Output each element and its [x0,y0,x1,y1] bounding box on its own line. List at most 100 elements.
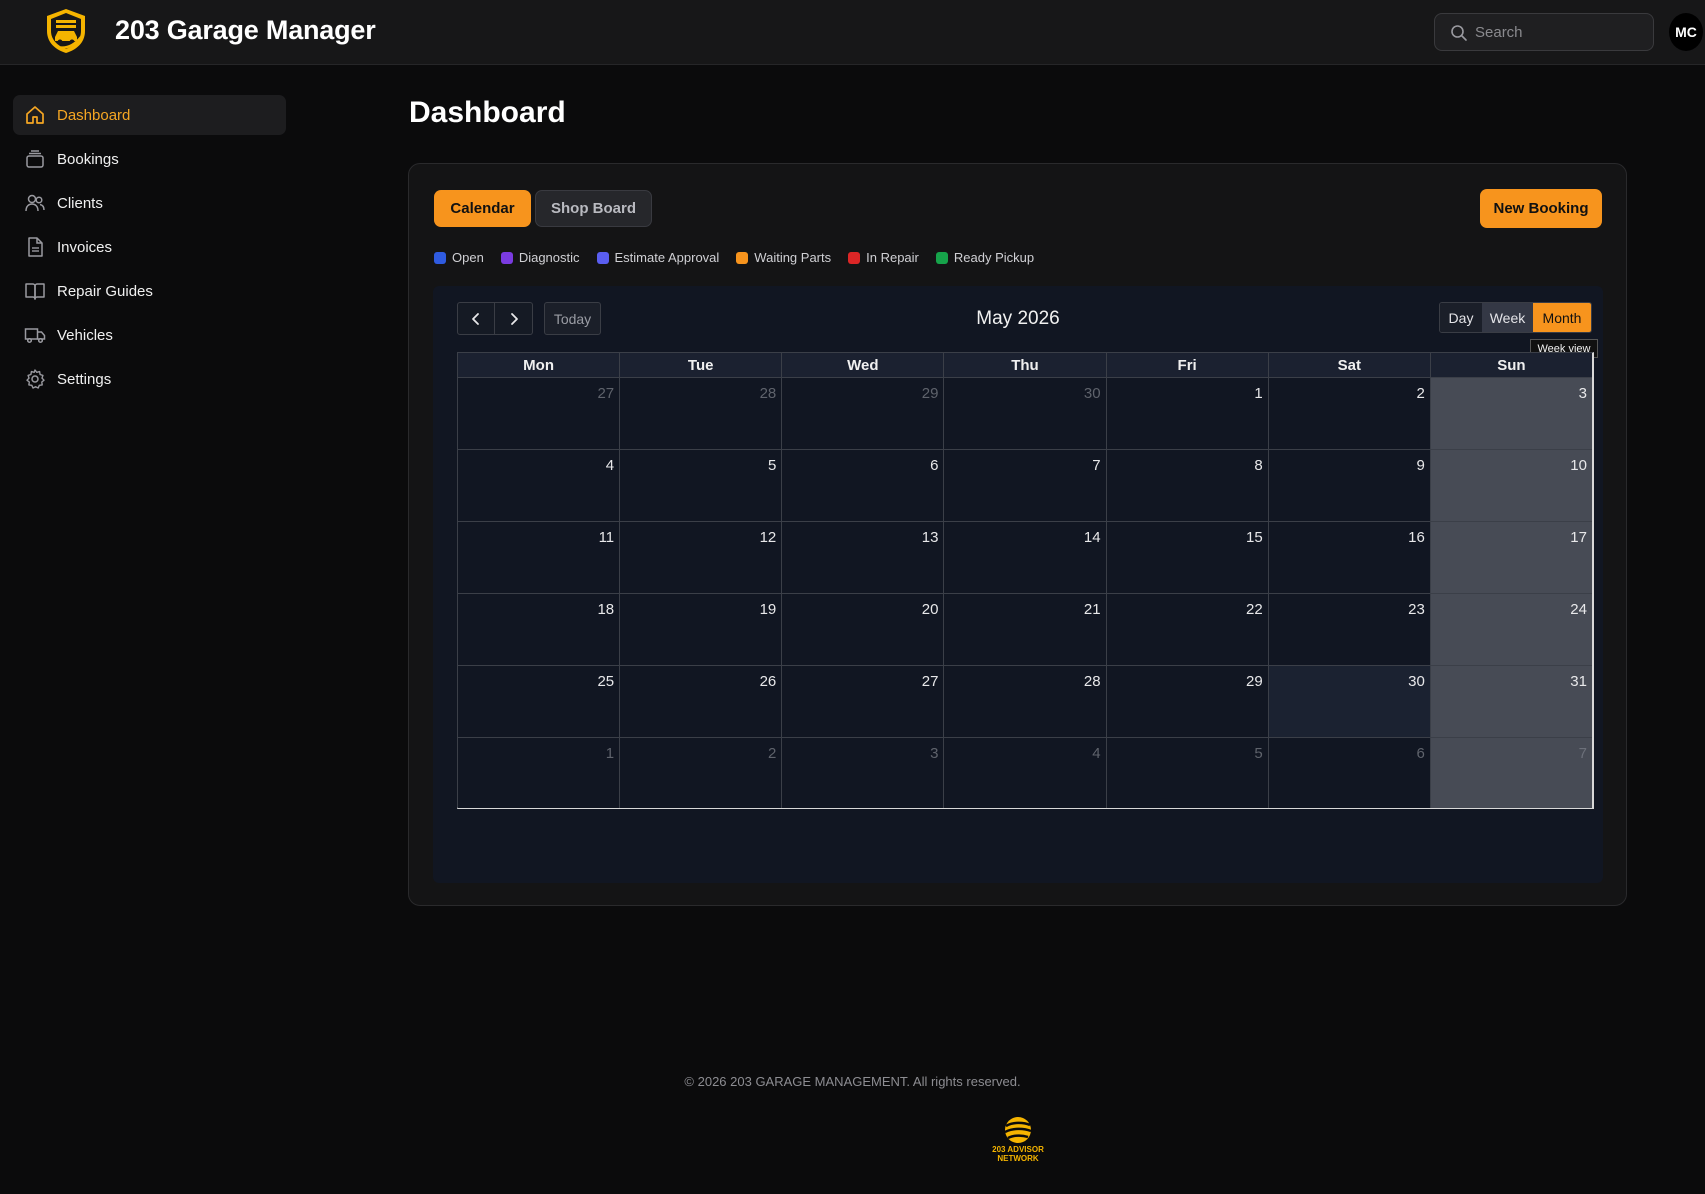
day-number: 4 [605,457,615,474]
day-cell[interactable]: 28 [620,378,783,449]
day-cell[interactable]: 25 [458,666,621,737]
weekday-header: Sun [1497,357,1526,374]
tab-shop-board[interactable]: Shop Board [535,190,652,227]
search-box[interactable] [1434,13,1654,51]
day-cell[interactable]: 10 [1430,450,1592,521]
day-number: 7 [1092,457,1101,474]
layers-icon [23,147,47,171]
day-number: 24 [1570,601,1587,618]
day-cell[interactable]: 22 [1106,594,1269,665]
day-number: 26 [759,673,777,690]
sidebar-item-label: Settings [57,370,112,388]
day-cell[interactable]: 19 [620,594,783,665]
user-avatar[interactable]: MC [1669,13,1703,51]
day-cell[interactable]: 11 [458,522,621,593]
day-cell[interactable]: 3 [1430,378,1592,449]
day-cell[interactable]: 3 [782,738,945,808]
day-cell[interactable]: 5 [620,450,783,521]
legend-label: Open [452,250,484,265]
day-cell[interactable]: 17 [1430,522,1592,593]
sidebar-item-dashboard[interactable]: Dashboard [13,95,286,135]
day-number: 3 [1578,385,1587,402]
day-cell[interactable]: 9 [1268,450,1431,521]
day-cell[interactable]: 15 [1106,522,1269,593]
day-cell[interactable]: 4 [458,450,621,521]
dashboard-card: Calendar Shop Board New Booking Open Dia… [408,163,1627,906]
day-cell[interactable]: 30 [1268,666,1431,737]
weekday-header: Wed [782,353,945,377]
day-cell[interactable]: 6 [782,450,945,521]
week-row: 11 12 13 14 15 16 17 [458,522,1592,594]
legend-label: Ready Pickup [953,250,1035,265]
footer-copyright: © 2026 203 GARAGE MANAGEMENT. All rights… [684,1074,1021,1089]
day-cell[interactable]: 18 [458,594,621,665]
day-cell[interactable]: 29 [1106,666,1269,737]
day-cell[interactable]: 23 [1268,594,1431,665]
sidebar-item-vehicles[interactable]: Vehicles [13,315,286,355]
legend-label: Waiting Parts [754,250,832,265]
day-number: 25 [597,673,615,690]
new-booking-button[interactable]: New Booking [1480,189,1602,228]
sidebar-item-bookings[interactable]: Bookings [13,139,286,179]
day-cell[interactable]: 30 [944,378,1107,449]
day-cell[interactable]: 16 [1268,522,1431,593]
day-cell[interactable]: 28 [944,666,1107,737]
day-cell[interactable]: 7 [1430,738,1592,808]
day-cell[interactable]: 4 [944,738,1107,808]
advisor-network-logo-text: 203 ADVISOR NETWORK [987,1145,1049,1163]
sidebar-item-settings[interactable]: Settings [13,359,286,399]
day-cell[interactable]: 20 [782,594,945,665]
home-icon [23,103,47,127]
sidebar-item-repair-guides[interactable]: Repair Guides [13,271,286,311]
day-cell[interactable]: 27 [782,666,945,737]
search-input[interactable] [1475,14,1645,50]
sidebar: Dashboard Bookings Clients Invoices Repa… [13,95,286,403]
day-cell[interactable]: 2 [1268,378,1431,449]
day-number: 10 [1570,457,1587,474]
day-cell[interactable]: 14 [944,522,1107,593]
day-number: 9 [1416,457,1425,474]
truck-icon [23,323,47,347]
day-cell[interactable]: 13 [782,522,945,593]
day-number: 2 [1416,385,1425,402]
day-cell[interactable]: 27 [458,378,621,449]
view-week-button[interactable]: Week [1482,303,1533,332]
legend-label: Estimate Approval [614,250,720,265]
day-cell[interactable]: 6 [1268,738,1431,808]
day-cell[interactable]: 31 [1430,666,1592,737]
sidebar-item-invoices[interactable]: Invoices [13,227,286,267]
day-number: 19 [759,601,777,618]
day-cell[interactable]: 29 [782,378,945,449]
day-number: 11 [598,529,615,546]
top-bar: 203 Garage Manager MC [0,0,1705,65]
legend-item-waiting-parts: Waiting Parts [736,250,831,265]
sidebar-item-clients[interactable]: Clients [13,183,286,223]
view-month-button[interactable]: Month [1533,303,1591,332]
day-cell[interactable]: 26 [620,666,783,737]
day-number: 30 [1408,673,1425,690]
day-cell[interactable]: 1 [458,738,621,808]
book-icon [23,279,47,303]
day-cell[interactable]: 2 [620,738,783,808]
day-cell[interactable]: 21 [944,594,1107,665]
tab-calendar[interactable]: Calendar [434,190,531,227]
day-cell[interactable]: 1 [1106,378,1269,449]
day-cell[interactable]: 12 [620,522,783,593]
day-number: 7 [1578,745,1587,762]
day-number: 5 [1254,745,1263,762]
garage-logo-icon[interactable] [43,7,89,55]
file-icon [23,235,47,259]
sidebar-item-label: Bookings [57,150,119,168]
legend-label: In Repair [866,250,919,265]
weekday-header: Fri [1107,353,1269,377]
week-row: 18 19 20 21 22 23 24 [458,594,1592,666]
day-cell[interactable]: 24 [1430,594,1592,665]
sidebar-item-label: Invoices [57,238,113,256]
day-cell[interactable]: 8 [1106,450,1269,521]
day-cell[interactable]: 5 [1106,738,1269,808]
weekday-header-row: Mon Tue Wed Thu Fri Sat Sun [458,353,1592,378]
day-number: 3 [930,745,939,762]
day-cell[interactable]: 7 [944,450,1107,521]
day-number: 29 [921,385,939,402]
view-day-button[interactable]: Day [1440,303,1482,332]
